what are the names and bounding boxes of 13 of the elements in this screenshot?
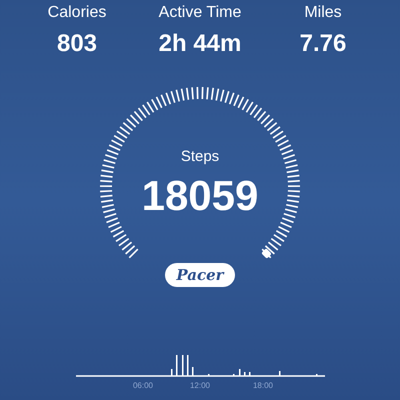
stat-label: Miles — [304, 3, 342, 23]
steps-count: 18059 — [140, 171, 260, 221]
stat-value: 2h 44m — [158, 29, 242, 59]
stat-value: 803 — [56, 29, 98, 59]
steps-label: Steps — [180, 147, 220, 167]
stat-label: Active Time — [158, 3, 242, 23]
time-label: 06:00 — [132, 381, 154, 390]
stat-label: Calories — [48, 3, 106, 23]
progress-marker — [261, 248, 272, 259]
time-label: 12:00 — [190, 381, 210, 390]
time-label: 18:00 — [252, 381, 274, 390]
pacer-logo: Pacer — [165, 263, 235, 287]
stat-value: 7.76 — [300, 29, 346, 59]
